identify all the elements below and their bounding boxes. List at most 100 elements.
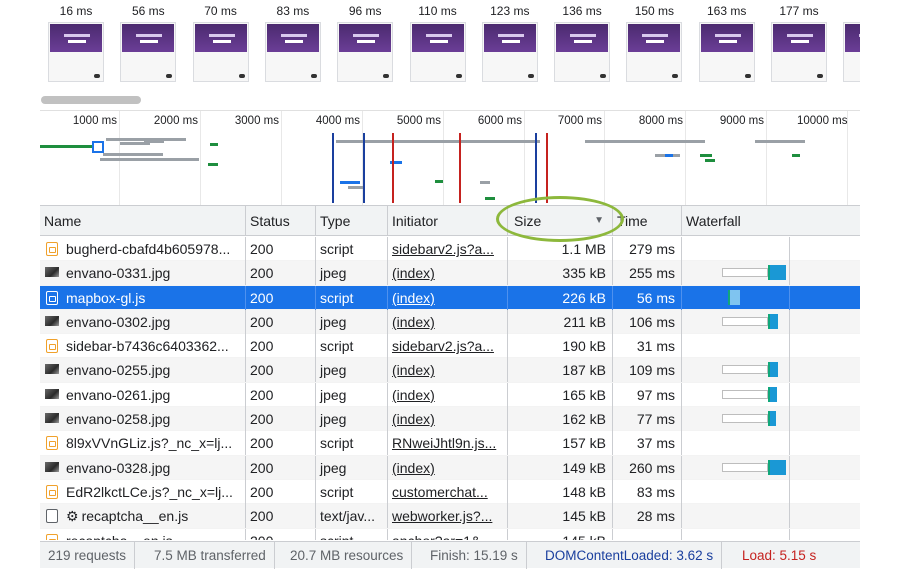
- frame-timestamp: 136 ms: [562, 4, 602, 18]
- column-header-name[interactable]: Name: [40, 206, 246, 236]
- cell-name[interactable]: envano-0302.jpg: [40, 309, 246, 334]
- filmstrip-frame[interactable]: 163 ms: [695, 0, 759, 92]
- cell-initiator-link[interactable]: (index): [388, 358, 508, 383]
- table-row[interactable]: mapbox-gl.js 200 script (index) 226 kB 56 ms: [40, 285, 860, 310]
- table-row[interactable]: sidebar-b7436c6403362... 200 script sidebar…: [40, 334, 860, 359]
- script-file-icon: [46, 436, 58, 451]
- cell-type: script: [316, 528, 388, 540]
- cell-initiator-link[interactable]: customerchat...: [388, 479, 508, 504]
- cell-initiator-link[interactable]: (index): [388, 261, 508, 286]
- cell-name[interactable]: EdR2lkctLCe.js?_nc_x=lj...: [40, 479, 246, 504]
- column-header-initiator[interactable]: Initiator: [388, 206, 508, 236]
- timeline-tick-label: 10000 ms: [797, 115, 848, 127]
- table-row[interactable]: envano-0302.jpg 200 jpeg (index) 211 kB 106 m…: [40, 309, 860, 335]
- dom-content-loaded-time: DOMContentLoaded: 3.62 s: [537, 542, 723, 569]
- cell-name[interactable]: envano-0328.jpg: [40, 455, 246, 480]
- filmstrip-frame[interactable]: 110 ms: [406, 0, 470, 92]
- cell-name[interactable]: recaptcha__en.js: [40, 528, 246, 540]
- script-file-icon: [46, 533, 58, 540]
- cell-time: [613, 528, 682, 540]
- cell-time: 28 ms: [613, 504, 682, 529]
- table-row[interactable]: EdR2lkctLCe.js?_nc_x=lj... 200 script custo…: [40, 479, 860, 505]
- cell-waterfall[interactable]: [682, 261, 790, 286]
- cell-waterfall[interactable]: [682, 504, 790, 529]
- cell-initiator-link[interactable]: (index): [388, 407, 508, 432]
- cell-waterfall[interactable]: [682, 358, 790, 383]
- filmstrip-frame[interactable]: 19: [839, 0, 860, 92]
- filmstrip-frame[interactable]: 56 ms: [116, 0, 180, 92]
- cell-initiator-link[interactable]: (index): [388, 455, 508, 480]
- table-row[interactable]: envano-0258.jpg 200 jpeg (index) 162 kB 77 ms: [40, 407, 860, 432]
- transferred-size: 7.5 MB transferred: [146, 542, 275, 569]
- cell-waterfall[interactable]: [682, 407, 790, 432]
- waterfall-waiting-bar: [722, 414, 768, 424]
- table-row[interactable]: envano-0331.jpg 200 jpeg (index) 335 kB 255 m…: [40, 261, 860, 286]
- cell-initiator-link[interactable]: webworker.js?...: [388, 504, 508, 529]
- filmstrip-scrollbar[interactable]: [40, 94, 860, 106]
- filmstrip-frame[interactable]: 16 ms: [44, 0, 108, 92]
- cell-waterfall[interactable]: [682, 309, 790, 334]
- gear-icon: ⚙: [66, 508, 79, 525]
- column-header-type[interactable]: Type: [316, 206, 388, 236]
- timeline-tick-label: 3000 ms: [234, 115, 279, 127]
- filmstrip-frame[interactable]: 83 ms: [261, 0, 325, 92]
- table-row[interactable]: recaptcha__en.js 200scriptanchor?ar=1&...…: [40, 528, 860, 540]
- timeline-selected-marker: [92, 141, 104, 153]
- table-row[interactable]: envano-0261.jpg 200 jpeg (index) 165 kB 97 ms: [40, 382, 860, 408]
- cell-name[interactable]: envano-0261.jpg: [40, 382, 246, 407]
- cell-name[interactable]: 8l9xVVnGLiz.js?_nc_x=lj...: [40, 431, 246, 456]
- table-row[interactable]: envano-0255.jpg 200 jpeg (index) 187 kB 109 m…: [40, 358, 860, 383]
- table-row[interactable]: 8l9xVVnGLiz.js?_nc_x=lj... 200 script RNwei…: [40, 431, 860, 456]
- cell-name[interactable]: sidebar-b7436c6403362...: [40, 334, 246, 359]
- request-name: envano-0258.jpg: [66, 411, 171, 428]
- column-header-label: Type: [320, 213, 351, 229]
- filmstrip-frame[interactable]: 136 ms: [550, 0, 614, 92]
- column-header-status[interactable]: Status: [246, 206, 316, 236]
- cell-time: 37 ms: [613, 431, 682, 456]
- cell-initiator-link[interactable]: (index): [388, 309, 508, 334]
- cell-time: 106 ms: [613, 309, 682, 334]
- cell-name[interactable]: envano-0331.jpg: [40, 261, 246, 286]
- cell-name[interactable]: envano-0255.jpg: [40, 358, 246, 383]
- table-row[interactable]: ⚙ recaptcha__en.js 200 text/jav... webworker…: [40, 504, 860, 529]
- cell-waterfall[interactable]: [682, 479, 790, 504]
- frame-timestamp: 83 ms: [276, 4, 310, 18]
- overview-timeline[interactable]: 1000 ms 2000 ms 3000 ms 4000 ms 5000 ms 6000 …: [40, 110, 860, 205]
- filmstrip-frame[interactable]: 123 ms: [478, 0, 542, 92]
- request-name: envano-0331.jpg: [66, 265, 171, 282]
- cell-time: 279 ms: [613, 237, 682, 261]
- cell-waterfall[interactable]: [682, 237, 790, 261]
- cell-initiator-link[interactable]: anchor?ar=1&...: [388, 528, 508, 540]
- cell-name[interactable]: bugherd-cbafd4b605978...: [40, 237, 246, 261]
- cell-name[interactable]: envano-0258.jpg: [40, 407, 246, 432]
- cell-initiator-link[interactable]: (index): [388, 285, 508, 310]
- cell-initiator-link[interactable]: (index): [388, 382, 508, 407]
- filmstrip-frame[interactable]: 150 ms: [622, 0, 686, 92]
- cell-waterfall[interactable]: [682, 285, 790, 310]
- cell-waterfall[interactable]: [682, 528, 790, 540]
- table-row[interactable]: bugherd-cbafd4b605978... 200 script sidebar…: [40, 237, 860, 262]
- filmstrip-frame[interactable]: 70 ms: [189, 0, 253, 92]
- cell-initiator-link[interactable]: sidebarv2.js?a...: [388, 334, 508, 359]
- timeline-request-bar: [40, 145, 92, 148]
- image-file-icon: [45, 413, 59, 424]
- filmstrip-frame[interactable]: 96 ms: [333, 0, 397, 92]
- filmstrip-frame[interactable]: 177 ms: [767, 0, 831, 92]
- cell-size: 145 kB: [508, 504, 613, 529]
- cell-waterfall[interactable]: [682, 455, 790, 480]
- cell-status: 200: [246, 431, 316, 456]
- resources-size: 20.7 MB resources: [282, 542, 413, 569]
- cell-initiator-link[interactable]: sidebarv2.js?a...: [388, 237, 508, 261]
- cell-initiator-link[interactable]: RNweiJhtl9n.js...: [388, 431, 508, 456]
- cell-waterfall[interactable]: [682, 431, 790, 456]
- cell-waterfall[interactable]: [682, 334, 790, 359]
- cell-waterfall[interactable]: [682, 382, 790, 407]
- waterfall-waiting-bar: [722, 365, 768, 375]
- timeline-gridline: [604, 111, 605, 205]
- table-row[interactable]: envano-0328.jpg 200 jpeg (index) 149 kB 260 m…: [40, 455, 860, 480]
- column-header-waterfall[interactable]: Waterfall: [682, 206, 860, 236]
- cell-name[interactable]: mapbox-gl.js: [40, 285, 246, 310]
- cell-name[interactable]: ⚙ recaptcha__en.js: [40, 504, 246, 529]
- scrollbar-thumb[interactable]: [41, 96, 141, 104]
- load-time: Load: 5.15 s: [742, 548, 817, 563]
